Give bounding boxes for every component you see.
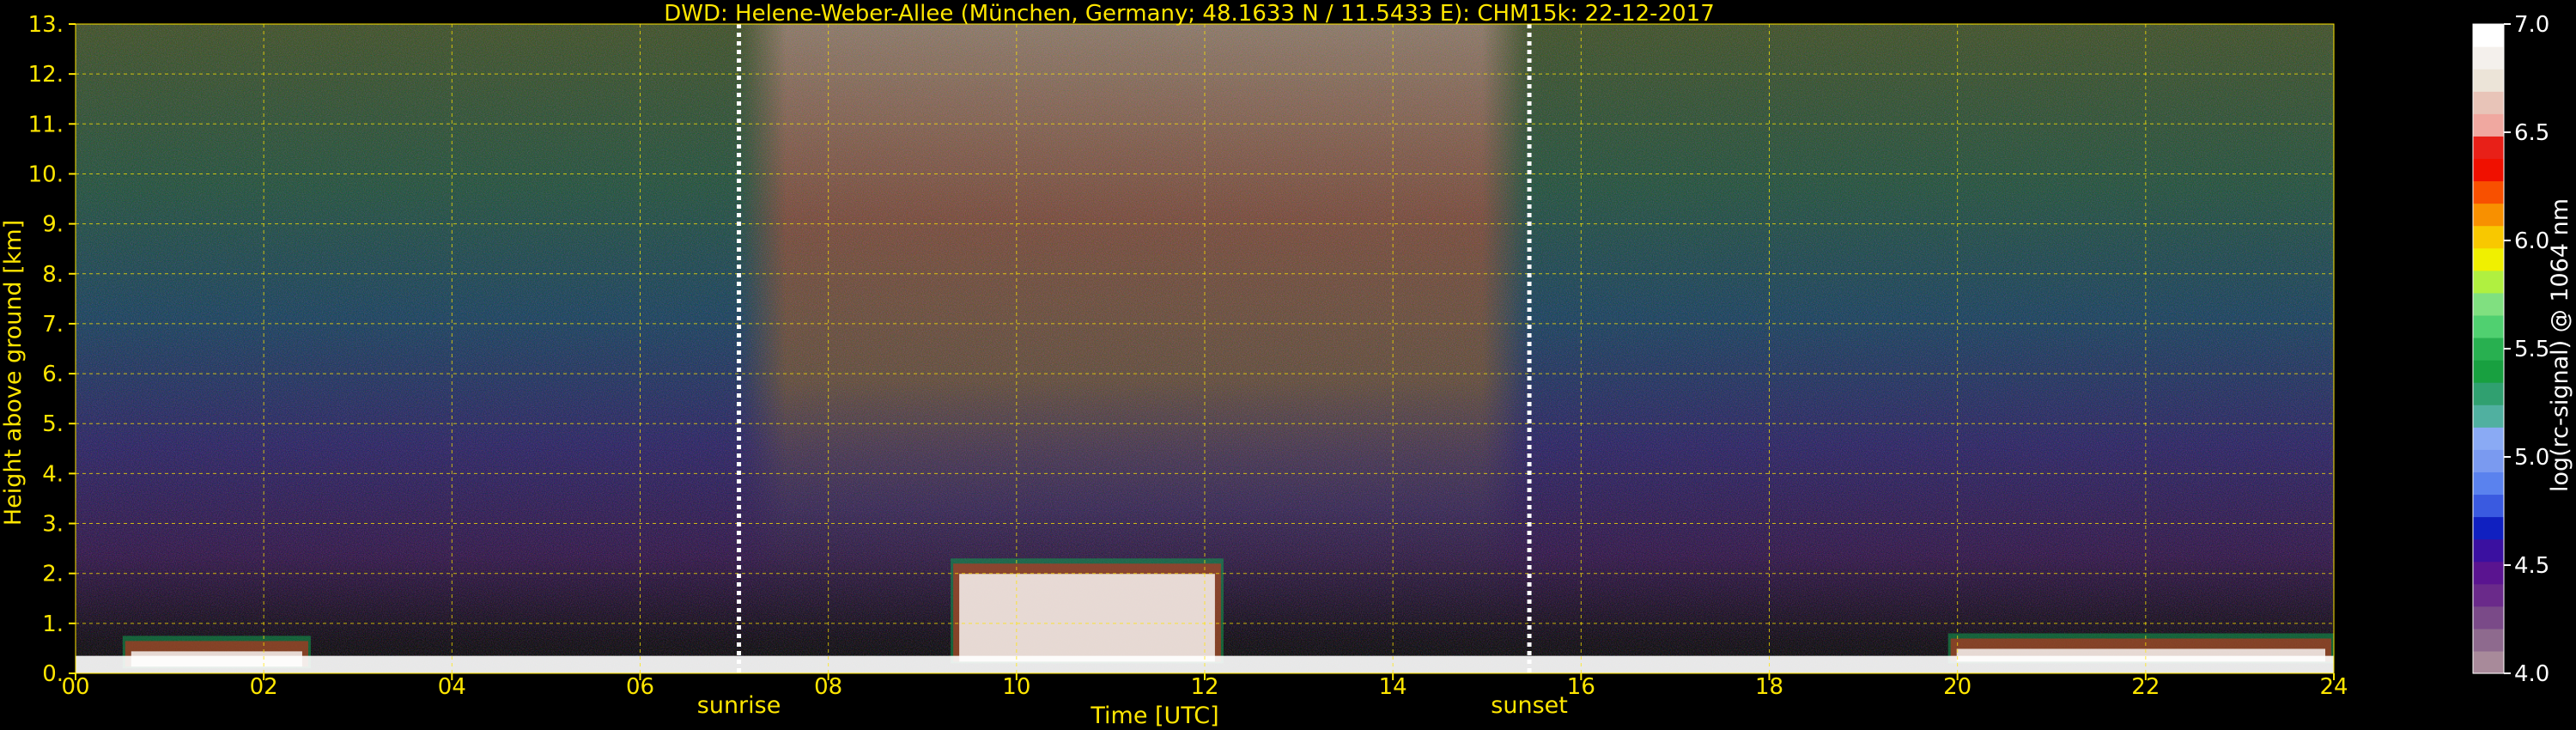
- x-tick-label: 06: [626, 674, 654, 700]
- x-tick-label: 04: [438, 674, 466, 700]
- colorbar-swatch: [2473, 314, 2504, 338]
- y-tick-label: 5.: [42, 411, 64, 437]
- colorbar-swatch: [2473, 69, 2504, 92]
- sunset-label: sunset: [1491, 692, 1568, 719]
- colorbar-swatch: [2473, 24, 2504, 47]
- colorbar-tick-label: 5.0: [2514, 445, 2549, 471]
- colorbar-swatch: [2473, 247, 2504, 271]
- colorbar-swatch: [2473, 605, 2504, 630]
- y-axis-label: Height above ground [km]: [0, 220, 27, 526]
- x-tick-label: 24: [2319, 674, 2348, 700]
- chart-title: DWD: Helene-Weber-Allee (München, German…: [664, 1, 1715, 27]
- colorbar-swatch: [2473, 203, 2504, 227]
- cloud-core: [959, 574, 1215, 662]
- colorbar-swatch: [2473, 650, 2504, 674]
- colorbar-swatch: [2473, 270, 2504, 294]
- colorbar-tick-label: 5.5: [2514, 337, 2549, 362]
- colorbar-tick-label: 6.5: [2514, 120, 2549, 146]
- colorbar-swatch: [2473, 46, 2504, 70]
- colorbar-swatch: [2473, 292, 2504, 316]
- colorbar-swatch: [2473, 91, 2504, 114]
- x-axis-ticks: 00 02 04 06 08 10 12 14 16 18 20 22 24: [61, 673, 2348, 700]
- x-tick-label: 16: [1567, 674, 1595, 700]
- y-tick-label: 4.: [42, 461, 64, 487]
- colorbar-swatch: [2473, 561, 2504, 585]
- x-tick-label: 08: [814, 674, 842, 700]
- x-tick-label: 14: [1379, 674, 1407, 700]
- ceilometer-chart: 00 02 04 06 08 10 12 14 16 18 20 22 24 0. 1. 2. 3. 4. 5. 6…: [0, 1, 2573, 729]
- y-tick-label: 7.: [42, 312, 64, 338]
- colorbar-label: log(rc-signal) @ 1064 nm: [2547, 198, 2573, 492]
- colorbar-swatch: [2473, 538, 2504, 563]
- colorbar-swatch: [2473, 494, 2504, 518]
- colorbar-swatch: [2473, 471, 2504, 496]
- x-tick-label: 12: [1190, 674, 1218, 700]
- x-axis-label: Time [UTC]: [1090, 703, 1218, 729]
- colorbar-tick-label: 4.5: [2514, 553, 2549, 579]
- colorbar-swatch: [2473, 113, 2504, 137]
- y-tick-label: 2.: [42, 562, 64, 587]
- colorbar-swatch: [2473, 382, 2504, 405]
- x-tick-label: 10: [1002, 674, 1030, 700]
- y-tick-label: 1.: [42, 611, 64, 637]
- y-tick-label: 0.: [42, 661, 64, 687]
- x-tick-label: 00: [61, 674, 89, 700]
- x-tick-label: 18: [1755, 674, 1783, 700]
- x-tick-label: 02: [250, 674, 278, 700]
- colorbar-swatch: [2473, 360, 2504, 383]
- x-tick-label: 20: [1943, 674, 1971, 700]
- y-tick-label: 8.: [42, 262, 64, 288]
- x-tick-label: 22: [2131, 674, 2160, 700]
- cloud-layer-0: [951, 558, 1224, 664]
- colorbar-swatch: [2473, 337, 2504, 361]
- colorbar-swatch: [2473, 180, 2504, 204]
- colorbar-swatch: [2473, 628, 2504, 652]
- plot-area: [75, 23, 2335, 674]
- colorbar-swatch: [2473, 427, 2504, 450]
- colorbar-ticks: 4.0 4.5 5.0 5.5 6.0 6.5 7.0: [2504, 12, 2549, 687]
- colorbar-tick-label: 6.0: [2514, 228, 2549, 254]
- y-tick-label: 3.: [42, 512, 64, 538]
- colorbar-tick-label: 7.0: [2514, 12, 2549, 38]
- y-tick-label: 11.: [28, 112, 64, 137]
- y-tick-label: 6.: [42, 362, 64, 387]
- y-tick-label: 9.: [42, 212, 64, 238]
- colorbar-swatch: [2473, 136, 2504, 160]
- y-tick-label: 13.: [28, 12, 64, 38]
- y-tick-label: 10.: [28, 161, 64, 187]
- colorbar-swatch: [2473, 516, 2504, 540]
- y-axis-ticks: 0. 1. 2. 3. 4. 5. 6. 7. 8. 9. 10. 11. 12. 13.: [28, 12, 76, 687]
- colorbar-swatch: [2473, 583, 2504, 607]
- sunrise-label: sunrise: [697, 692, 781, 719]
- colorbar-swatch: [2473, 405, 2504, 428]
- colorbar-swatch: [2473, 158, 2504, 182]
- colorbar: [2472, 23, 2505, 674]
- colorbar-swatch: [2473, 449, 2504, 472]
- colorbar-swatch: [2473, 225, 2504, 249]
- colorbar-tick-label: 4.0: [2514, 661, 2549, 687]
- y-tick-label: 12.: [28, 62, 64, 88]
